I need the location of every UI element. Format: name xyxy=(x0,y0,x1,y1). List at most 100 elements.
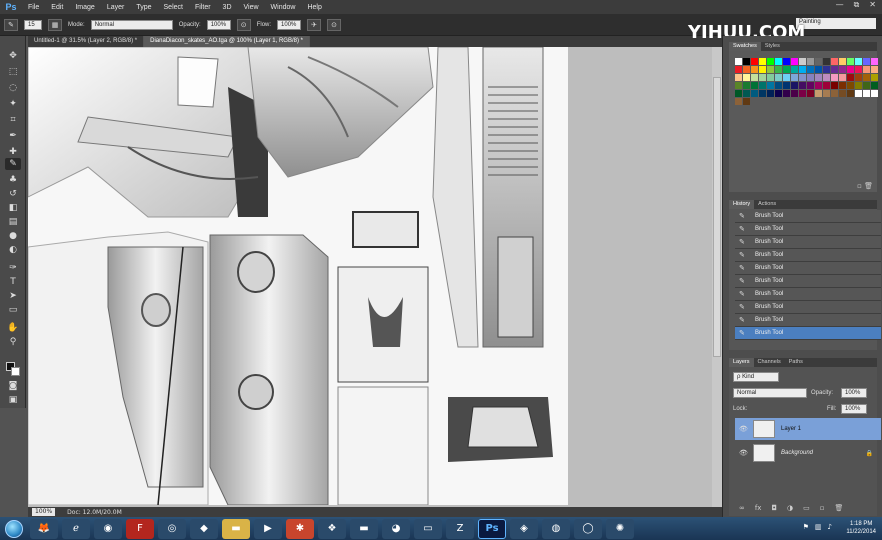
tab-paths[interactable]: Paths xyxy=(785,358,807,367)
fill-field[interactable]: 100% xyxy=(841,404,867,414)
color-swatch[interactable] xyxy=(799,66,806,73)
app-icon[interactable]: ◈ xyxy=(510,518,538,539)
restore-button[interactable]: ⧉ xyxy=(854,0,860,10)
document-size-info[interactable]: Doc: 12.0M/20.0M xyxy=(67,509,122,516)
history-item[interactable]: ✎ Brush Tool xyxy=(735,249,881,262)
color-swatch[interactable] xyxy=(783,66,790,73)
color-swatch[interactable] xyxy=(863,66,870,73)
eraser-tool-icon[interactable]: ◧ xyxy=(5,202,21,214)
color-swatch[interactable] xyxy=(759,58,766,65)
flow-field[interactable]: 100% xyxy=(277,19,302,30)
color-swatch[interactable] xyxy=(823,74,830,81)
color-swatch[interactable] xyxy=(783,82,790,89)
color-swatch[interactable] xyxy=(735,82,742,89)
brush-panel-icon[interactable]: ▦ xyxy=(48,18,62,31)
color-swatch[interactable] xyxy=(855,90,862,97)
gradient-tool-icon[interactable]: ▤ xyxy=(5,216,21,228)
color-swatch[interactable] xyxy=(759,66,766,73)
color-swatch[interactable] xyxy=(751,90,758,97)
color-swatch[interactable] xyxy=(871,66,878,73)
color-swatch[interactable] xyxy=(735,90,742,97)
color-swatch[interactable] xyxy=(847,66,854,73)
quick-mask-icon[interactable]: ◙ xyxy=(5,380,21,392)
clone-stamp-tool-icon[interactable]: ♣ xyxy=(5,174,21,186)
color-swatch[interactable] xyxy=(831,58,838,65)
color-swatch[interactable] xyxy=(847,74,854,81)
opacity-field[interactable]: 100% xyxy=(206,19,231,30)
zoom-tool-icon[interactable]: ⚲ xyxy=(5,336,21,348)
color-swatch[interactable] xyxy=(799,82,806,89)
layer-row-layer-1[interactable]: 👁 Layer 1 xyxy=(735,418,881,440)
new-swatch-icon[interactable]: ▫ xyxy=(857,182,862,190)
color-swatch[interactable] xyxy=(831,74,838,81)
history-item[interactable]: ✎ Brush Tool xyxy=(735,262,881,275)
color-swatch[interactable] xyxy=(759,90,766,97)
color-swatch[interactable] xyxy=(743,98,750,105)
color-swatch[interactable] xyxy=(791,90,798,97)
color-swatch[interactable] xyxy=(831,90,838,97)
network-icon[interactable]: ▥ xyxy=(815,523,822,531)
color-swatch[interactable] xyxy=(735,66,742,73)
menu-window[interactable]: Window xyxy=(265,4,302,11)
color-swatch[interactable] xyxy=(751,74,758,81)
color-swatch[interactable] xyxy=(735,58,742,65)
color-swatch[interactable] xyxy=(775,58,782,65)
color-swatch[interactable] xyxy=(759,74,766,81)
link-layers-icon[interactable]: ∞ xyxy=(739,504,745,512)
blend-mode-select[interactable]: Normal xyxy=(733,388,807,398)
color-swatch[interactable] xyxy=(831,66,838,73)
adjustment-layer-icon[interactable]: ◑ xyxy=(787,504,793,512)
delete-swatch-icon[interactable]: 🗑 xyxy=(864,182,873,190)
color-swatch[interactable] xyxy=(767,58,774,65)
color-swatch[interactable] xyxy=(775,82,782,89)
menu-layer[interactable]: Layer xyxy=(101,4,131,11)
app-icon[interactable]: ▬ xyxy=(350,518,378,539)
color-swatch[interactable] xyxy=(759,82,766,89)
color-swatch[interactable] xyxy=(775,74,782,81)
color-swatch[interactable] xyxy=(791,74,798,81)
color-swatch[interactable] xyxy=(799,58,806,65)
color-swatch[interactable] xyxy=(791,66,798,73)
color-swatch[interactable] xyxy=(743,74,750,81)
menu-edit[interactable]: Edit xyxy=(45,4,69,11)
tab-actions[interactable]: Actions xyxy=(754,200,780,209)
firefox-icon[interactable]: 🦊 xyxy=(30,518,58,539)
color-swatch[interactable] xyxy=(847,90,854,97)
menu-file[interactable]: File xyxy=(22,4,45,11)
color-swatch[interactable] xyxy=(799,90,806,97)
brush-tool-icon[interactable]: ✎ xyxy=(5,158,21,170)
color-swatch[interactable] xyxy=(839,90,846,97)
photoshop-taskbar-icon[interactable]: Ps xyxy=(478,518,506,539)
history-item-current[interactable]: ✎ Brush Tool xyxy=(735,327,881,340)
color-swatch[interactable] xyxy=(855,58,862,65)
close-button[interactable]: ✕ xyxy=(869,0,876,10)
dropbox-icon[interactable]: ❖ xyxy=(318,518,346,539)
internet-explorer-icon[interactable]: ℯ xyxy=(62,518,90,539)
color-swatch[interactable] xyxy=(815,90,822,97)
color-swatch[interactable] xyxy=(823,66,830,73)
layer-kind-filter[interactable]: ρ Kind xyxy=(733,372,779,382)
color-swatch[interactable] xyxy=(871,74,878,81)
menu-help[interactable]: Help xyxy=(301,4,327,11)
color-swatch[interactable] xyxy=(767,66,774,73)
menu-image[interactable]: Image xyxy=(69,4,100,11)
color-swatch[interactable] xyxy=(743,58,750,65)
color-swatch[interactable] xyxy=(871,58,878,65)
move-tool-icon[interactable]: ✥ xyxy=(5,50,21,62)
color-swatch[interactable] xyxy=(783,90,790,97)
new-group-icon[interactable]: ▭ xyxy=(803,504,810,512)
pressure-opacity-icon[interactable]: ⊙ xyxy=(236,18,251,31)
color-swatch[interactable] xyxy=(823,58,830,65)
blur-tool-icon[interactable]: ● xyxy=(5,230,21,242)
color-swatch[interactable] xyxy=(855,82,862,89)
tab-styles[interactable]: Styles xyxy=(761,42,784,51)
menu-3d[interactable]: 3D xyxy=(217,4,238,11)
workspace-select[interactable]: Painting xyxy=(796,18,876,29)
app-icon[interactable]: ◯ xyxy=(574,518,602,539)
app-icon[interactable]: ✱ xyxy=(286,518,314,539)
app-icon[interactable]: ◕ xyxy=(382,518,410,539)
color-swatch[interactable] xyxy=(807,74,814,81)
fx-icon[interactable]: fx xyxy=(755,504,762,512)
filezilla-icon[interactable]: F xyxy=(126,518,154,539)
color-swatch[interactable] xyxy=(751,66,758,73)
